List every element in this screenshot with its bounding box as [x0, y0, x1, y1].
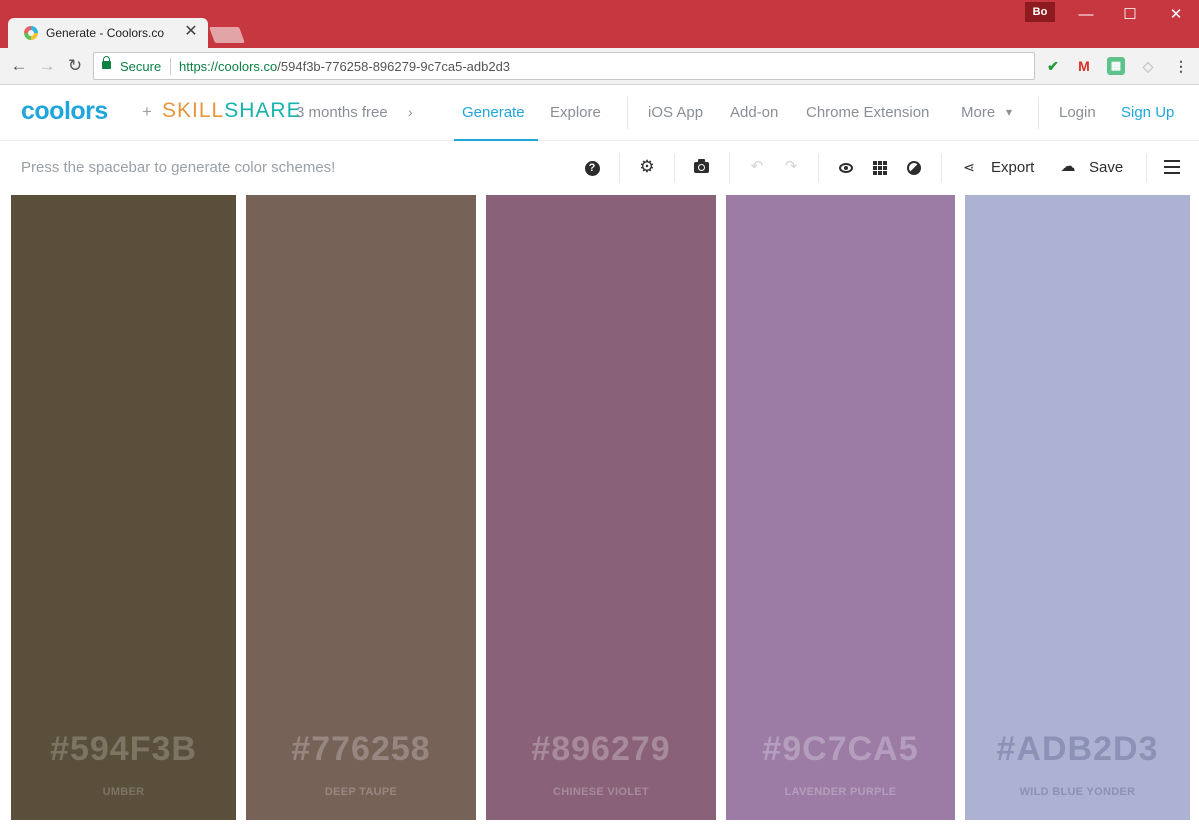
color-swatch-3[interactable]: #896279 CHINESE VIOLET — [486, 195, 716, 820]
color-palette: #594F3B UMBER #776258 DEEP TAUPE #896279… — [0, 195, 1199, 820]
chevron-right-icon: › — [408, 104, 413, 120]
chevron-down-icon: ▾ — [1006, 105, 1013, 119]
contrast-icon[interactable] — [907, 161, 921, 175]
nav-sign-up[interactable]: Sign Up — [1121, 104, 1174, 121]
close-tab-icon[interactable]: ✕ — [182, 23, 200, 41]
swatch-hex-code[interactable]: #594F3B — [11, 730, 236, 769]
profile-button[interactable]: Bo — [1025, 2, 1055, 22]
redo-icon[interactable]: ↷ — [781, 157, 801, 177]
browser-tab[interactable]: Generate - Coolors.co ✕ — [8, 18, 208, 48]
close-window-button[interactable]: ✕ — [1161, 4, 1191, 26]
tab-title: Generate - Coolors.co — [46, 26, 165, 40]
nav-explore[interactable]: Explore — [550, 104, 601, 121]
swatch-color-name: LAVENDER PURPLE — [784, 786, 897, 798]
swatch-hex-code[interactable]: #ADB2D3 — [965, 730, 1190, 769]
maximize-button[interactable]: ☐ — [1115, 4, 1145, 26]
gmail-extension-icon[interactable]: M — [1075, 57, 1093, 75]
export-button[interactable]: Export — [991, 159, 1034, 176]
browser-toolbar: ← → ↻ Secure https://coolors.co/594f3b-7… — [0, 48, 1199, 85]
skillshare-logo[interactable]: SKILLSHARE — [162, 99, 302, 123]
swatch-color-name: CHINESE VIOLET — [553, 786, 649, 798]
hamburger-menu-icon[interactable] — [1164, 160, 1180, 174]
help-icon[interactable]: ? — [582, 157, 602, 177]
undo-icon[interactable]: ↶ — [747, 157, 767, 177]
color-swatch-4[interactable]: #9C7CA5 LAVENDER PURPLE — [726, 195, 955, 820]
green-extension-icon[interactable]: ▦ — [1107, 57, 1125, 75]
swatch-hex-code[interactable]: #9C7CA5 — [726, 730, 955, 769]
url-text: https://coolors.co/594f3b-776258-896279-… — [179, 59, 511, 74]
forward-arrow-icon[interactable]: → — [36, 55, 58, 77]
reload-icon[interactable]: ↻ — [64, 55, 86, 77]
swatch-color-name: UMBER — [102, 786, 145, 798]
secure-label: Secure — [120, 59, 162, 74]
back-arrow-icon[interactable]: ← — [8, 55, 30, 77]
color-swatch-2[interactable]: #776258 DEEP TAUPE — [246, 195, 476, 820]
swatch-hex-code[interactable]: #896279 — [486, 730, 716, 769]
nav-chrome-extension[interactable]: Chrome Extension — [806, 104, 929, 121]
site-header: coolors + SKILLSHARE 3 months free › Gen… — [0, 86, 1199, 141]
minimize-button[interactable]: — — [1071, 4, 1101, 26]
plus-sign: + — [142, 102, 152, 121]
nav-login[interactable]: Login — [1059, 104, 1096, 121]
browser-titlebar: Generate - Coolors.co ✕ Bo — ☐ ✕ — [0, 0, 1199, 48]
nav-more[interactable]: More — [961, 104, 995, 121]
nav-ios-app[interactable]: iOS App — [648, 104, 703, 121]
swatch-color-name: WILD BLUE YONDER — [1019, 786, 1136, 798]
color-swatch-1[interactable]: #594F3B UMBER — [11, 195, 236, 820]
address-bar[interactable]: Secure https://coolors.co/594f3b-776258-… — [93, 52, 1120, 80]
save-button[interactable]: Save — [1089, 159, 1123, 176]
shield-extension-icon[interactable]: ◇ — [1139, 57, 1157, 75]
share-icon[interactable]: ⋖ — [959, 157, 979, 177]
coolors-favicon-icon — [24, 26, 38, 40]
promo-link[interactable]: 3 months free — [296, 104, 388, 121]
coolors-logo[interactable]: coolors — [21, 97, 108, 126]
swatch-hex-code[interactable]: #776258 — [246, 730, 476, 769]
swatch-color-name: DEEP TAUPE — [324, 786, 398, 798]
chrome-menu-icon[interactable]: ⋮ — [1172, 57, 1190, 75]
spacebar-hint: Press the spacebar to generate color sch… — [21, 159, 336, 176]
grid-view-icon[interactable] — [873, 161, 887, 175]
nav-add-on[interactable]: Add-on — [730, 104, 778, 121]
checkmark-extension-icon[interactable]: ✔ — [1044, 57, 1062, 75]
settings-gear-icon[interactable]: ⚙ — [637, 157, 657, 177]
new-tab-button[interactable] — [209, 27, 245, 43]
nav-generate[interactable]: Generate — [462, 104, 525, 121]
camera-icon[interactable] — [694, 159, 709, 173]
eye-icon[interactable] — [839, 163, 853, 173]
cloud-upload-icon[interactable]: ☁ — [1058, 157, 1078, 177]
lock-icon — [102, 56, 111, 69]
generator-toolbar: Press the spacebar to generate color sch… — [0, 141, 1199, 195]
color-swatch-5[interactable]: #ADB2D3 WILD BLUE YONDER — [965, 195, 1190, 820]
